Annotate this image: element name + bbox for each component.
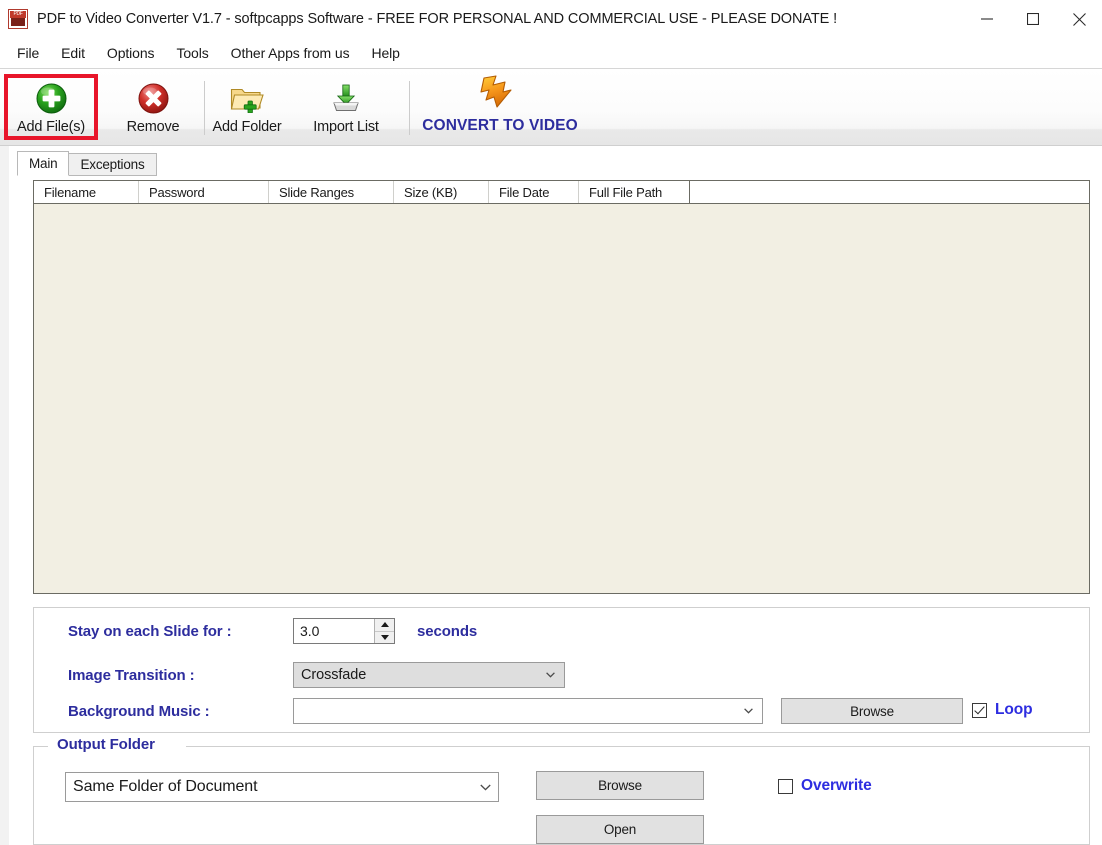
main-content-area: Main Exceptions Filename Password Slide … <box>9 146 1102 845</box>
column-header-full-file-path[interactable]: Full File Path <box>579 181 690 203</box>
close-icon[interactable] <box>1056 0 1102 38</box>
maximize-icon[interactable] <box>1010 0 1056 38</box>
minimize-icon[interactable] <box>964 0 1010 38</box>
output-folder-title: Output Folder <box>53 736 159 753</box>
overwrite-label: Overwrite <box>801 777 872 794</box>
loop-checkbox[interactable] <box>972 702 987 718</box>
tab-main[interactable]: Main <box>17 151 70 176</box>
stay-duration-label: Stay on each Slide for : <box>68 622 232 640</box>
output-browse-button[interactable]: Browse <box>536 771 704 800</box>
orange-arrow-icon <box>477 74 523 115</box>
output-open-label: Open <box>603 822 637 837</box>
file-list-header-row: Filename Password Slide Ranges Size (KB)… <box>34 181 1089 204</box>
add-files-highlight-annotation <box>4 74 98 140</box>
stepper-down-icon[interactable] <box>375 632 394 644</box>
convert-to-video-label: CONVERT TO VIDEO <box>422 117 578 134</box>
column-header-slide-ranges[interactable]: Slide Ranges <box>269 181 394 203</box>
add-folder-button[interactable]: Add Folder <box>208 74 286 140</box>
pdf-document-icon: PDF <box>8 9 28 29</box>
toolbar-separator <box>204 81 205 135</box>
stepper-buttons <box>374 619 394 643</box>
menu-item-file[interactable]: File <box>6 42 50 64</box>
image-transition-value: Crossfade <box>301 667 367 683</box>
background-music-label: Background Music : <box>68 702 210 720</box>
column-header-size-kb[interactable]: Size (KB) <box>394 181 489 203</box>
import-list-button[interactable]: Import List <box>306 74 386 140</box>
output-folder-select[interactable]: Same Folder of Document <box>65 772 499 802</box>
stay-duration-stepper[interactable]: 3.0 <box>293 618 395 644</box>
remove-button[interactable]: Remove <box>113 74 193 140</box>
column-header-filename[interactable]: Filename <box>34 181 139 203</box>
menu-item-help[interactable]: Help <box>360 42 410 64</box>
folder-plus-icon <box>230 81 264 115</box>
output-open-button[interactable]: Open <box>536 815 704 844</box>
chevron-down-icon <box>744 708 753 714</box>
column-header-file-date[interactable]: File Date <box>489 181 579 203</box>
menu-item-other-apps[interactable]: Other Apps from us <box>220 42 361 64</box>
tab-exceptions-label: Exceptions <box>80 157 145 172</box>
tab-strip: Main Exceptions <box>17 151 157 176</box>
background-music-row: Background Music : <box>68 698 763 724</box>
column-header-password[interactable]: Password <box>139 181 269 203</box>
output-folder-value: Same Folder of Document <box>73 778 258 795</box>
chevron-down-icon <box>480 784 491 791</box>
application-window: PDF PDF to Video Converter V1.7 - softpc… <box>0 0 1102 845</box>
group-border-left <box>34 746 48 747</box>
loop-label: Loop <box>995 701 1033 718</box>
image-transition-label: Image Transition : <box>68 666 195 684</box>
chevron-down-icon <box>546 672 555 678</box>
menu-bar: File Edit Options Tools Other Apps from … <box>0 38 1102 69</box>
download-tray-icon <box>331 81 361 115</box>
title-bar: PDF PDF to Video Converter V1.7 - softpc… <box>0 0 1102 39</box>
toolbar-separator-2 <box>409 81 410 135</box>
image-transition-select[interactable]: Crossfade <box>293 662 565 688</box>
menu-item-edit[interactable]: Edit <box>50 42 96 64</box>
import-list-label: Import List <box>313 119 379 135</box>
file-list-body[interactable] <box>34 204 1089 592</box>
window-controls <box>964 0 1102 38</box>
stay-duration-value[interactable]: 3.0 <box>294 623 374 639</box>
stepper-up-icon[interactable] <box>375 619 394 632</box>
background-music-browse-label: Browse <box>850 703 894 719</box>
overwrite-checkbox-row[interactable]: Overwrite <box>778 777 872 795</box>
menu-item-options[interactable]: Options <box>96 42 166 64</box>
file-list-panel[interactable]: Filename Password Slide Ranges Size (KB)… <box>33 180 1090 594</box>
overwrite-checkbox[interactable] <box>778 778 793 794</box>
menu-item-tools[interactable]: Tools <box>165 42 219 64</box>
window-title: PDF to Video Converter V1.7 - softpcapps… <box>37 11 838 27</box>
red-x-circle-icon <box>138 81 169 115</box>
stay-duration-row: Stay on each Slide for : 3.0 seconds <box>68 618 477 644</box>
loop-checkbox-row[interactable]: Loop <box>972 701 1033 719</box>
output-folder-group: Output Folder Same Folder of Document Br… <box>33 736 1090 845</box>
convert-to-video-button[interactable]: CONVERT TO VIDEO <box>420 74 580 136</box>
image-transition-row: Image Transition : Crossfade <box>68 662 565 688</box>
background-music-browse-button[interactable]: Browse <box>781 698 963 724</box>
stay-duration-units: seconds <box>417 622 478 640</box>
tab-main-label: Main <box>29 156 58 171</box>
settings-panel: Stay on each Slide for : 3.0 seconds Ima… <box>33 607 1090 733</box>
group-border-right <box>186 746 1089 747</box>
remove-label: Remove <box>126 119 180 135</box>
output-browse-label: Browse <box>598 778 642 793</box>
tab-exceptions[interactable]: Exceptions <box>69 153 157 176</box>
add-folder-label: Add Folder <box>212 119 282 135</box>
background-music-select[interactable] <box>293 698 763 724</box>
